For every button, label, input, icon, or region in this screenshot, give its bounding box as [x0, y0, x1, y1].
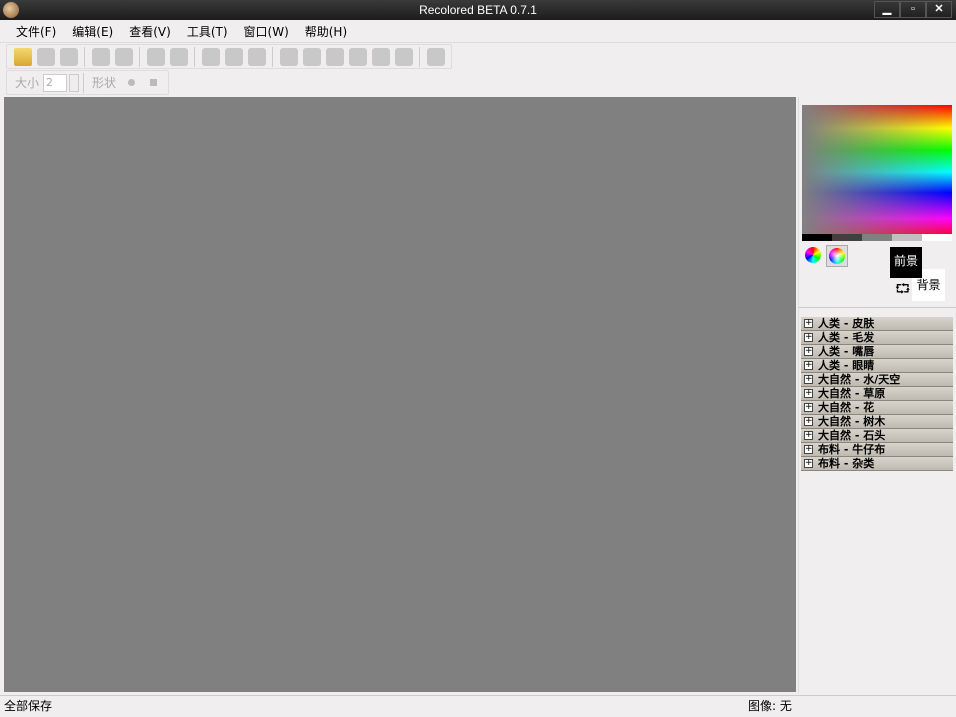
foreground-color[interactable]: 前景 [890, 247, 922, 278]
brush-icon[interactable] [279, 47, 298, 66]
expand-icon[interactable]: + [804, 319, 813, 328]
menu-help[interactable]: 帮助(H) [297, 23, 355, 40]
zoom-icon[interactable] [371, 47, 390, 66]
expand-icon[interactable]: + [804, 445, 813, 454]
circle-shape-button[interactable] [122, 74, 140, 92]
expand-icon[interactable]: + [804, 403, 813, 412]
color-panel: 前景 背景 ⮔ + 人类 - 皮肤 + 人类 - 毛发 + 人类 - 嘴唇 + 人类 - 眼睛… [798, 97, 956, 693]
category-item[interactable]: + 大自然 - 水/天空 [801, 373, 953, 387]
category-label: 人类 - 嘴唇 [818, 345, 875, 358]
expand-icon[interactable]: + [804, 459, 813, 468]
shape-label: 形状 [92, 76, 117, 90]
square-icon [149, 79, 157, 86]
category-label: 大自然 - 石头 [818, 429, 886, 442]
close-button[interactable]: ✕ [926, 1, 952, 18]
category-label: 布料 - 杂类 [818, 457, 875, 470]
category-label: 大自然 - 水/天空 [818, 373, 901, 386]
category-label: 大自然 - 草原 [818, 387, 886, 400]
menu-bar: 文件(F) 编辑(E) 查看(V) 工具(T) 窗口(W) 帮助(H) [0, 20, 956, 43]
window-title: Recolored BETA 0.7.1 [419, 3, 537, 17]
minimize-button[interactable]: ▁ [874, 1, 900, 18]
cascade-windows-icon[interactable] [201, 47, 220, 66]
separator [83, 72, 85, 93]
menu-edit[interactable]: 编辑(E) [64, 23, 121, 40]
expand-icon[interactable]: + [804, 333, 813, 342]
app-icon [3, 2, 19, 18]
image-canvas[interactable] [4, 97, 796, 692]
category-label: 人类 - 毛发 [818, 331, 875, 344]
divider [799, 307, 956, 309]
category-item[interactable]: + 大自然 - 花 [801, 401, 953, 415]
save-all-icon[interactable] [59, 47, 78, 66]
expand-icon[interactable]: + [804, 347, 813, 356]
category-label: 大自然 - 花 [818, 401, 875, 414]
menu-tools[interactable]: 工具(T) [179, 23, 236, 40]
separator [272, 46, 273, 67]
rgb-palette-icon[interactable] [805, 247, 821, 263]
expand-icon[interactable]: + [804, 431, 813, 440]
category-item[interactable]: + 人类 - 嘴唇 [801, 345, 953, 359]
status-text: 全部保存 [4, 699, 53, 713]
category-item[interactable]: + 人类 - 皮肤 [801, 317, 953, 331]
separator [139, 46, 140, 67]
swap-colors-icon[interactable]: ⮔ [895, 280, 910, 302]
menu-window[interactable]: 窗口(W) [236, 23, 297, 40]
tile-horizontal-icon[interactable] [224, 47, 243, 66]
category-label: 大自然 - 树木 [818, 415, 886, 428]
expand-icon[interactable]: + [804, 361, 813, 370]
size-label: 大小 [15, 76, 40, 90]
category-label: 人类 - 眼睛 [818, 359, 875, 372]
expand-icon[interactable]: + [804, 389, 813, 398]
size-input[interactable]: 2 [43, 73, 68, 92]
category-item[interactable]: + 布料 - 杂类 [801, 457, 953, 471]
select-icon[interactable] [426, 47, 445, 66]
image-status: 图像: 无 [748, 699, 792, 713]
open-folder-icon[interactable] [13, 47, 32, 66]
redo-icon[interactable] [114, 47, 133, 66]
category-item[interactable]: + 布料 - 牛仔布 [801, 443, 953, 457]
category-item[interactable]: + 人类 - 毛发 [801, 331, 953, 345]
category-item[interactable]: + 大自然 - 石头 [801, 429, 953, 443]
expand-icon[interactable]: + [804, 417, 813, 426]
status-bar: 全部保存 图像: 无 [0, 695, 956, 717]
menu-file[interactable]: 文件(F) [8, 23, 64, 40]
hand-icon[interactable] [394, 47, 413, 66]
separator [84, 46, 85, 67]
square-shape-button[interactable] [144, 74, 162, 92]
copy-icon[interactable] [146, 47, 165, 66]
brush-toolbar: 大小 2 形状 [6, 70, 170, 95]
main-toolbar [6, 44, 452, 69]
eraser-icon[interactable] [302, 47, 321, 66]
undo-icon[interactable] [91, 47, 110, 66]
paste-icon[interactable] [169, 47, 188, 66]
category-item[interactable]: + 人类 - 眼睛 [801, 359, 953, 373]
save-icon[interactable] [36, 47, 55, 66]
title-bar: Recolored BETA 0.7.1 ▁ ▫ ✕ [0, 0, 956, 20]
expand-icon[interactable]: + [804, 375, 813, 384]
size-spinner[interactable] [69, 73, 80, 92]
maximize-button[interactable]: ▫ [900, 1, 926, 18]
separator [194, 46, 195, 67]
category-label: 布料 - 牛仔布 [818, 443, 886, 456]
color-wheel-button[interactable] [826, 245, 848, 267]
color-picker[interactable] [802, 105, 952, 234]
category-item[interactable]: + 大自然 - 草原 [801, 387, 953, 401]
gray-swatches[interactable] [802, 234, 952, 241]
circle-icon [127, 79, 135, 86]
separator [419, 46, 420, 67]
category-item[interactable]: + 大自然 - 树木 [801, 415, 953, 429]
pencil-icon[interactable] [325, 47, 344, 66]
rectangle-icon[interactable] [348, 47, 367, 66]
category-list: + 人类 - 皮肤 + 人类 - 毛发 + 人类 - 嘴唇 + 人类 - 眼睛 + 大自然 - 水… [801, 317, 953, 471]
tile-vertical-icon[interactable] [247, 47, 266, 66]
category-label: 人类 - 皮肤 [818, 317, 875, 330]
color-wheel-icon [829, 248, 845, 264]
menu-view[interactable]: 查看(V) [121, 23, 179, 40]
